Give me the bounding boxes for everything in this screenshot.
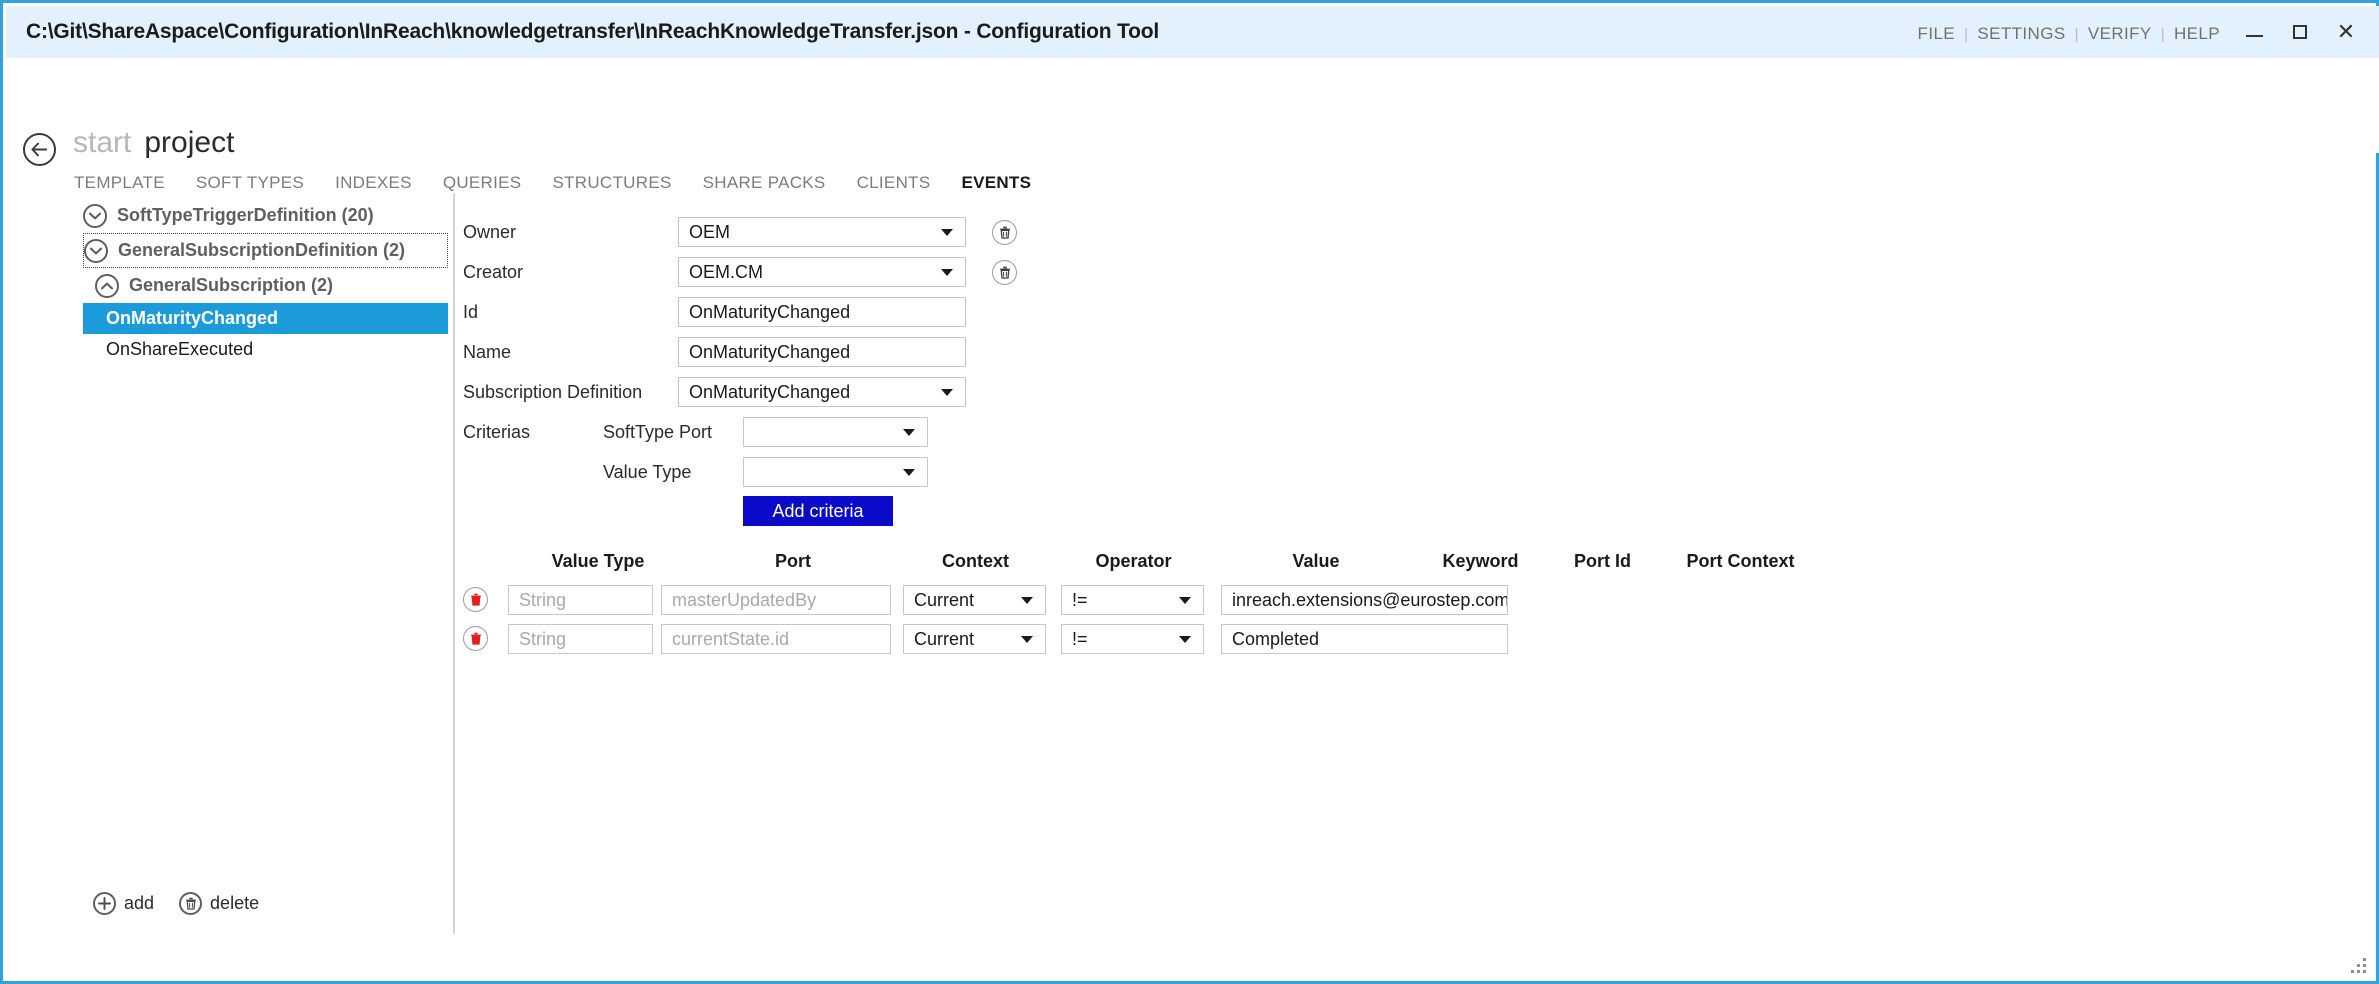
col-header-port-context: Port Context [1663,551,1818,572]
application-window: C:\Git\ShareAspace\Configuration\InReach… [0,0,2379,984]
row-operator-dropdown[interactable]: != [1061,624,1204,654]
row-value-input[interactable]: inreach.extensions@eurostep.com [1221,585,1508,615]
tab-clients[interactable]: CLIENTS [857,173,962,193]
name-label: Name [463,342,678,363]
col-header-value-type: Value Type [503,551,693,572]
tab-structures[interactable]: STRUCTURES [552,173,702,193]
tree-leaf-label: OnMaturityChanged [106,308,278,329]
event-tree: SoftTypeTriggerDefinition (20) GeneralSu… [83,198,448,365]
row-port-input[interactable]: masterUpdatedBy [661,585,891,615]
tree-leaf-onmaturitychanged[interactable]: OnMaturityChanged [83,303,448,334]
plus-circle-icon [93,892,116,915]
delete-label: delete [210,893,259,914]
chevron-down-circle-icon[interactable] [83,204,107,228]
creator-delete-button[interactable] [992,260,1017,285]
trash-circle-icon [179,892,202,915]
form-row-name: Name OnMaturityChanged [463,337,966,367]
panel-splitter[interactable] [453,193,455,934]
criterias-label: Criterias [463,422,530,443]
main-menu: FILE | SETTINGS | VERIFY | HELP [1909,24,2229,44]
owner-label: Owner [463,222,678,243]
criterias-label-row: Criterias [463,417,530,447]
col-header-context: Context [903,551,1048,572]
back-button[interactable] [23,133,56,166]
col-header-operator: Operator [1061,551,1206,572]
col-header-port: Port [693,551,893,572]
owner-dropdown[interactable]: OEM [678,217,966,247]
breadcrumb: start project [73,126,234,160]
form-row-creator: Creator OEM.CM [463,257,1017,287]
row-port-input[interactable]: currentState.id [661,624,891,654]
row-value-type-input[interactable]: String [508,585,653,615]
chevron-down-circle-icon[interactable] [84,239,108,263]
add-button[interactable]: add [93,892,154,915]
tree-node-softtypetriggerdefinition[interactable]: SoftTypeTriggerDefinition (20) [83,198,448,233]
subscription-definition-label: Subscription Definition [463,382,678,403]
row-delete-button[interactable] [463,626,488,651]
chevron-up-circle-icon[interactable] [95,274,119,298]
tree-actions: add delete [93,892,259,915]
menu-item-verify[interactable]: VERIFY [2079,24,2161,44]
breadcrumb-start[interactable]: start [73,126,131,159]
form-row-id: Id OnMaturityChanged [463,297,966,327]
tree-leaf-onshareexecuted[interactable]: OnShareExecuted [83,334,448,365]
window-title: C:\Git\ShareAspace\Configuration\InReach… [26,20,1159,44]
softtype-port-label: SoftType Port [603,422,743,443]
tree-leaf-label: OnShareExecuted [106,339,253,360]
minimize-button[interactable] [2231,14,2277,50]
maximize-button[interactable] [2277,14,2323,50]
col-header-keyword: Keyword [1423,551,1538,572]
tab-indexes[interactable]: INDEXES [335,173,443,193]
tree-node-generalsubscriptiondefinition[interactable]: GeneralSubscriptionDefinition (2) [83,233,448,268]
softtype-port-dropdown[interactable] [743,417,928,447]
row-value-input[interactable]: Completed [1221,624,1508,654]
add-label: add [124,893,154,914]
id-input[interactable]: OnMaturityChanged [678,297,966,327]
add-criteria-button[interactable]: Add criteria [743,496,893,526]
close-button[interactable]: ✕ [2323,14,2369,50]
tree-node-label: GeneralSubscriptionDefinition (2) [118,240,405,261]
tab-soft-types[interactable]: SOFT TYPES [196,173,335,193]
tab-share-packs[interactable]: SHARE PACKS [703,173,857,193]
menu-item-help[interactable]: HELP [2165,24,2229,44]
resize-grip[interactable] [2344,951,2366,973]
maximize-icon [2293,25,2307,39]
row-delete-button[interactable] [463,587,488,612]
creator-dropdown[interactable]: OEM.CM [678,257,966,287]
col-header-port-id: Port Id [1545,551,1660,572]
tree-node-generalsubscription[interactable]: GeneralSubscription (2) [83,268,448,303]
tab-events[interactable]: EVENTS [961,173,1031,193]
form-row-softtype-port: SoftType Port [603,417,928,447]
tab-template[interactable]: TEMPLATE [74,173,196,193]
row-operator-dropdown[interactable]: != [1061,585,1204,615]
id-label: Id [463,302,678,323]
row-value-type-input[interactable]: String [508,624,653,654]
owner-delete-button[interactable] [992,220,1017,245]
subscription-definition-dropdown[interactable]: OnMaturityChanged [678,377,966,407]
breadcrumb-project[interactable]: project [144,126,234,159]
menu-item-settings[interactable]: SETTINGS [1968,24,2074,44]
row-context-dropdown[interactable]: Current [903,585,1046,615]
value-type-dropdown[interactable] [743,457,928,487]
creator-label: Creator [463,262,678,283]
form-row-subscription-definition: Subscription Definition OnMaturityChange… [463,377,966,407]
close-icon: ✕ [2337,21,2355,43]
form-row-owner: Owner OEM [463,217,1017,247]
tree-node-label: GeneralSubscription (2) [129,275,333,296]
value-type-label: Value Type [603,462,743,483]
tab-queries[interactable]: QUERIES [443,173,553,193]
title-bar: C:\Git\ShareAspace\Configuration\InReach… [6,6,2379,59]
col-header-value: Value [1221,551,1411,572]
back-arrow-icon [31,142,48,157]
name-input[interactable]: OnMaturityChanged [678,337,966,367]
delete-button[interactable]: delete [179,892,259,915]
form-row-value-type: Value Type [603,457,928,487]
menu-item-file[interactable]: FILE [1909,24,1965,44]
tree-node-label: SoftTypeTriggerDefinition (20) [117,205,374,226]
tab-bar: TEMPLATE SOFT TYPES INDEXES QUERIES STRU… [74,173,1031,193]
minimize-icon [2246,35,2263,37]
row-context-dropdown[interactable]: Current [903,624,1046,654]
page-header: startproject TEMPLATE SOFT TYPES INDEXES… [6,58,2379,153]
window-controls: ✕ [2231,14,2369,50]
